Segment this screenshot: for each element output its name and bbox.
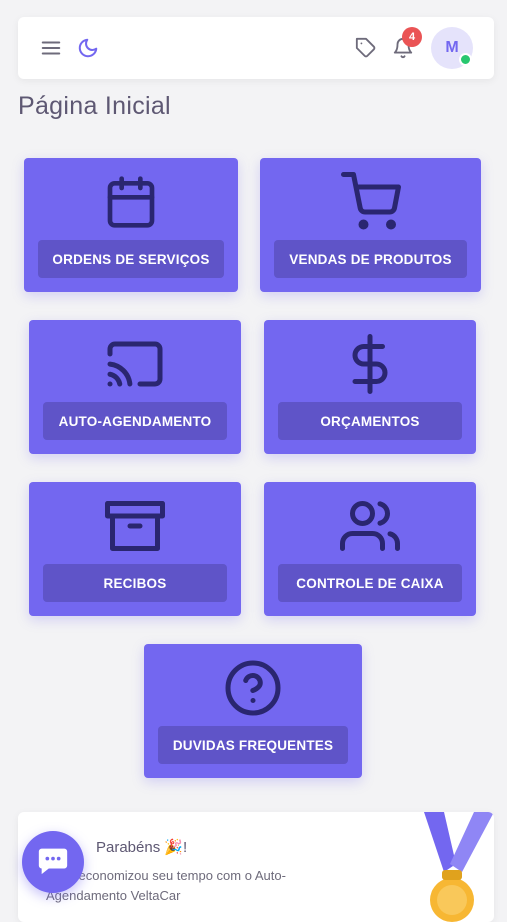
users-icon	[340, 496, 400, 556]
card-orcamentos[interactable]: ORÇAMENTOS	[264, 320, 476, 454]
congratulations-title: Parabéns 🎉!	[96, 839, 188, 856]
congratulations-message: Você economizou seu tempo com o Auto-Age…	[46, 868, 286, 903]
help-circle-icon	[223, 658, 283, 718]
avatar[interactable]: M	[431, 27, 473, 69]
menu-icon[interactable]	[40, 37, 62, 59]
chat-button[interactable]	[22, 831, 84, 893]
card-label: CONTROLE DE CAIXA	[278, 564, 462, 602]
card-vendas-de-produtos[interactable]: VENDAS DE PRODUTOS	[260, 158, 481, 292]
card-label: RECIBOS	[43, 564, 227, 602]
card-recibos[interactable]: RECIBOS	[29, 482, 241, 616]
cast-icon	[105, 334, 165, 394]
calendar-icon	[101, 172, 161, 232]
card-label: DUVIDAS FREQUENTES	[158, 726, 348, 764]
chat-icon	[36, 843, 70, 882]
card-label: VENDAS DE PRODUTOS	[274, 240, 467, 278]
avatar-initial: M	[445, 39, 459, 56]
top-navbar: 4 M	[18, 17, 494, 79]
card-controle-de-caixa[interactable]: CONTROLE DE CAIXA	[264, 482, 476, 616]
card-auto-agendamento[interactable]: AUTO-AGENDAMENTO	[29, 320, 241, 454]
medal-icon	[404, 812, 494, 922]
card-label: ORDENS DE SERVIÇOS	[38, 240, 224, 278]
card-label: AUTO-AGENDAMENTO	[43, 402, 227, 440]
online-status-dot	[459, 53, 472, 66]
card-label: ORÇAMENTOS	[278, 402, 462, 440]
card-ordens-de-servicos[interactable]: ORDENS DE SERVIÇOS	[24, 158, 238, 292]
congratulations-card: Parabéns 🎉! Você economizou seu tempo co…	[18, 812, 494, 922]
moon-icon[interactable]	[76, 36, 100, 60]
notification-badge: 4	[402, 27, 422, 47]
cart-icon	[340, 172, 401, 232]
card-duvidas-frequentes[interactable]: DUVIDAS FREQUENTES	[144, 644, 362, 778]
tag-icon[interactable]	[354, 36, 378, 60]
page-title: Página Inicial	[18, 92, 171, 120]
archive-icon	[105, 496, 165, 556]
dollar-icon	[340, 334, 400, 394]
